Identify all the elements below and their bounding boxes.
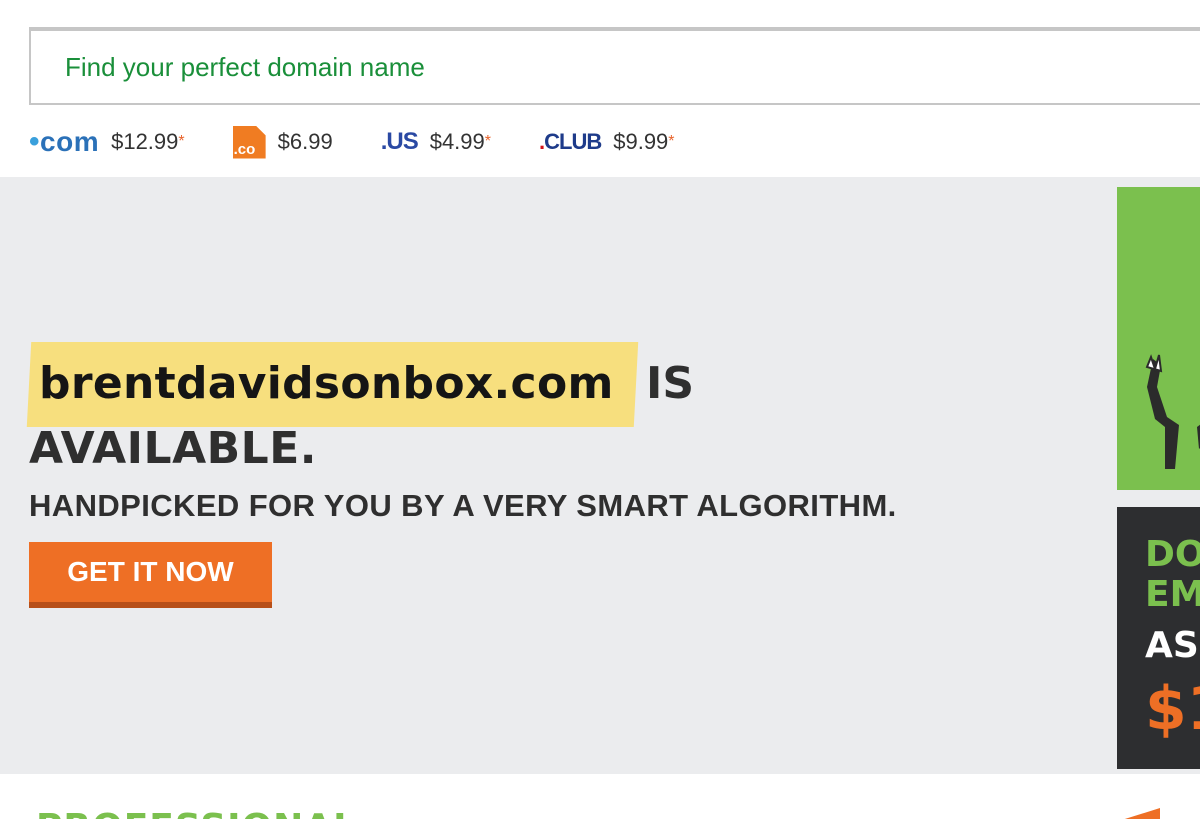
tld-asterisk-us: * [484, 133, 491, 150]
tld-price-club: $9.99 [613, 129, 669, 154]
promo-line-1: DO [1145, 534, 1200, 575]
domain-highlight: brentdavidsonbox.com [26, 342, 638, 427]
hero-subline: HANDPICKED FOR YOU BY A VERY SMART ALGOR… [29, 488, 897, 523]
com-logo-icon: • com [29, 125, 100, 158]
tld-asterisk-club: * [668, 133, 675, 150]
promo-illustration-panel[interactable] [1117, 187, 1200, 490]
tld-price-com: $12.99 [111, 129, 179, 154]
available-word: AVAILABLE. [29, 423, 317, 474]
tld-item-com[interactable]: • com $12.99 * [29, 125, 185, 159]
tld-item-club[interactable]: . CLUB $9.99 * [539, 129, 675, 155]
co-logo-icon: .co [232, 125, 266, 159]
club-logo-icon: . CLUB [539, 129, 602, 154]
orange-shape-icon [1080, 808, 1160, 819]
tld-price-us: $4.99 [429, 129, 485, 154]
tld-item-co[interactable]: .co $6.99 [232, 125, 333, 159]
promo-offer-panel[interactable]: DO EM AS $1 [1117, 507, 1200, 769]
domain-search-input[interactable] [31, 31, 1200, 103]
professional-heading: PROFESSIONAL [36, 807, 357, 819]
hero-headline: brentdavidsonbox.com IS [26, 342, 1029, 427]
promo-line-2: EM [1145, 574, 1200, 615]
available-domain-name: brentdavidsonbox.com [39, 358, 614, 409]
promo-line-3: AS [1145, 625, 1199, 666]
domain-available-hero: brentdavidsonbox.com IS AVAILABLE. HANDP… [0, 177, 1200, 774]
get-it-now-button[interactable]: GET IT NOW [29, 542, 272, 608]
next-section-strip: PROFESSIONAL [0, 774, 1200, 819]
tld-price-list: • com $12.99 * .co $6.99 .US $4.99 * . CLU… [29, 120, 723, 164]
tld-item-us[interactable]: .US $4.99 * [381, 128, 491, 156]
tld-price-co: $6.99 [277, 129, 333, 154]
is-word: IS [646, 358, 695, 409]
hand-illustration-icon [1145, 354, 1200, 469]
search-box [29, 27, 1200, 105]
tld-asterisk-com: * [178, 133, 185, 150]
us-logo-icon: .US [380, 128, 419, 155]
promo-price: $1 [1145, 674, 1200, 744]
